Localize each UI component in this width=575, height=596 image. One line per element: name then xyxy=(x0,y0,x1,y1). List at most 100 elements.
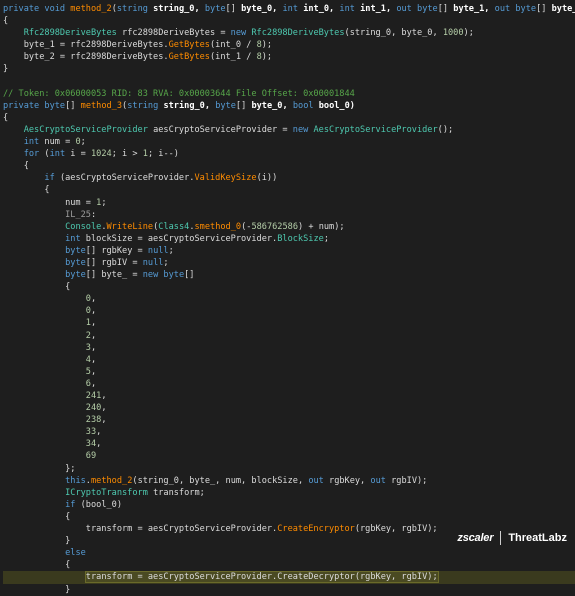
code-token: ; xyxy=(323,233,329,244)
code-token: int_1, xyxy=(360,4,397,14)
code-token: if xyxy=(44,173,60,184)
code-token: byte xyxy=(65,245,86,256)
code-line: } xyxy=(3,584,575,596)
code-token: , xyxy=(90,330,97,341)
code-line: { xyxy=(3,511,575,523)
code-token: null xyxy=(142,257,164,268)
code-line: 240, xyxy=(3,402,575,414)
code-editor[interactable]: private void method_2(string string_0, b… xyxy=(0,0,575,595)
code-token: Rfc2898DeriveBytes xyxy=(251,28,345,39)
code-token: Rfc2898DeriveBytes xyxy=(23,28,123,39)
code-token: transform = aesCryptoServiceProvider.Cre… xyxy=(84,571,439,584)
code-token: // Token: 0x06000053 RID: 83 RVA: 0x0000… xyxy=(3,88,355,99)
code-token: ; xyxy=(163,257,169,268)
code-token: , xyxy=(101,403,107,414)
code-token: (int_0 / xyxy=(209,40,257,51)
code-line: if (aesCryptoServiceProvider.ValidKeySiz… xyxy=(3,172,575,184)
code-token: Class4 xyxy=(158,221,190,232)
code-token: 33 xyxy=(85,427,97,438)
code-line: { xyxy=(3,184,575,196)
code-token: { xyxy=(3,560,71,571)
code-token: 586762586 xyxy=(251,221,299,232)
code-token: 34 xyxy=(85,439,97,450)
code-token: [] xyxy=(184,270,195,281)
code-token: private xyxy=(3,4,45,14)
code-token: byte xyxy=(65,270,86,281)
code-token: [] xyxy=(65,100,81,111)
code-line: Console.WriteLine(Class4.smethod_0(-5867… xyxy=(3,221,575,233)
code-token: 1024 xyxy=(91,149,112,160)
code-token: new xyxy=(230,28,252,39)
code-token: 241 xyxy=(85,391,102,401)
code-token: private xyxy=(3,100,45,111)
code-token: smethod_0 xyxy=(194,221,242,232)
zscaler-logo: zscaler xyxy=(457,532,494,544)
code-line: 4, xyxy=(3,354,575,366)
code-token: this xyxy=(65,475,86,486)
code-token: method_2 xyxy=(70,4,112,14)
code-token: byte_1 = rfc2898DeriveBytes. xyxy=(23,40,169,51)
code-token: 1000 xyxy=(442,28,464,39)
code-line: num = 1; xyxy=(3,197,575,209)
code-token: transform = aesCryptoServiceProvider. xyxy=(3,524,278,535)
code-token: , xyxy=(90,366,97,377)
code-token: GetBytes xyxy=(168,52,210,63)
code-token: string_0, xyxy=(153,4,205,14)
branding: zscaler ThreatLabz xyxy=(457,531,567,545)
code-token: [] xyxy=(235,100,252,111)
code-token: ); xyxy=(261,40,273,51)
code-line: private void method_2(string string_0, b… xyxy=(3,3,575,15)
code-token: ); xyxy=(261,52,273,63)
code-token: out xyxy=(494,4,516,14)
code-token: }; xyxy=(3,463,76,474)
code-token: GetBytes xyxy=(168,40,210,51)
code-token: } xyxy=(3,64,9,75)
code-token: int xyxy=(339,4,361,14)
brand-divider xyxy=(500,531,502,545)
code-line: this.method_2(string_0, byte_, num, bloc… xyxy=(3,475,575,487)
code-token: bool xyxy=(292,100,319,111)
code-token: out xyxy=(370,475,392,486)
code-line: // Token: 0x06000053 RID: 83 RVA: 0x0000… xyxy=(3,88,575,100)
code-token: , xyxy=(101,391,107,401)
code-line: 238, xyxy=(3,414,575,426)
code-token: method_3 xyxy=(80,100,123,111)
code-token: , xyxy=(101,415,107,426)
code-token: { xyxy=(3,511,71,522)
code-token: void xyxy=(44,4,71,14)
code-token: new xyxy=(142,270,164,281)
code-line: 2, xyxy=(3,330,575,342)
code-token: byte xyxy=(417,4,438,14)
code-token: rgbIV); xyxy=(391,475,428,486)
code-token: , xyxy=(90,318,97,329)
code-line: private byte[] method_3(string string_0,… xyxy=(3,100,575,112)
code-token: 240 xyxy=(85,403,102,414)
code-line: AesCryptoServiceProvider aesCryptoServic… xyxy=(3,124,575,136)
code-line: { xyxy=(3,281,575,293)
code-line: IL_25: xyxy=(3,209,575,221)
code-token: ) + num); xyxy=(298,221,345,232)
code-line: } xyxy=(3,63,575,75)
code-token: IL_25 xyxy=(65,209,91,220)
code-line: { xyxy=(3,559,575,571)
code-token: (- xyxy=(241,221,252,232)
code-token: blockSize = aesCryptoServiceProvider. xyxy=(85,233,278,244)
code-token: ); xyxy=(463,28,474,39)
